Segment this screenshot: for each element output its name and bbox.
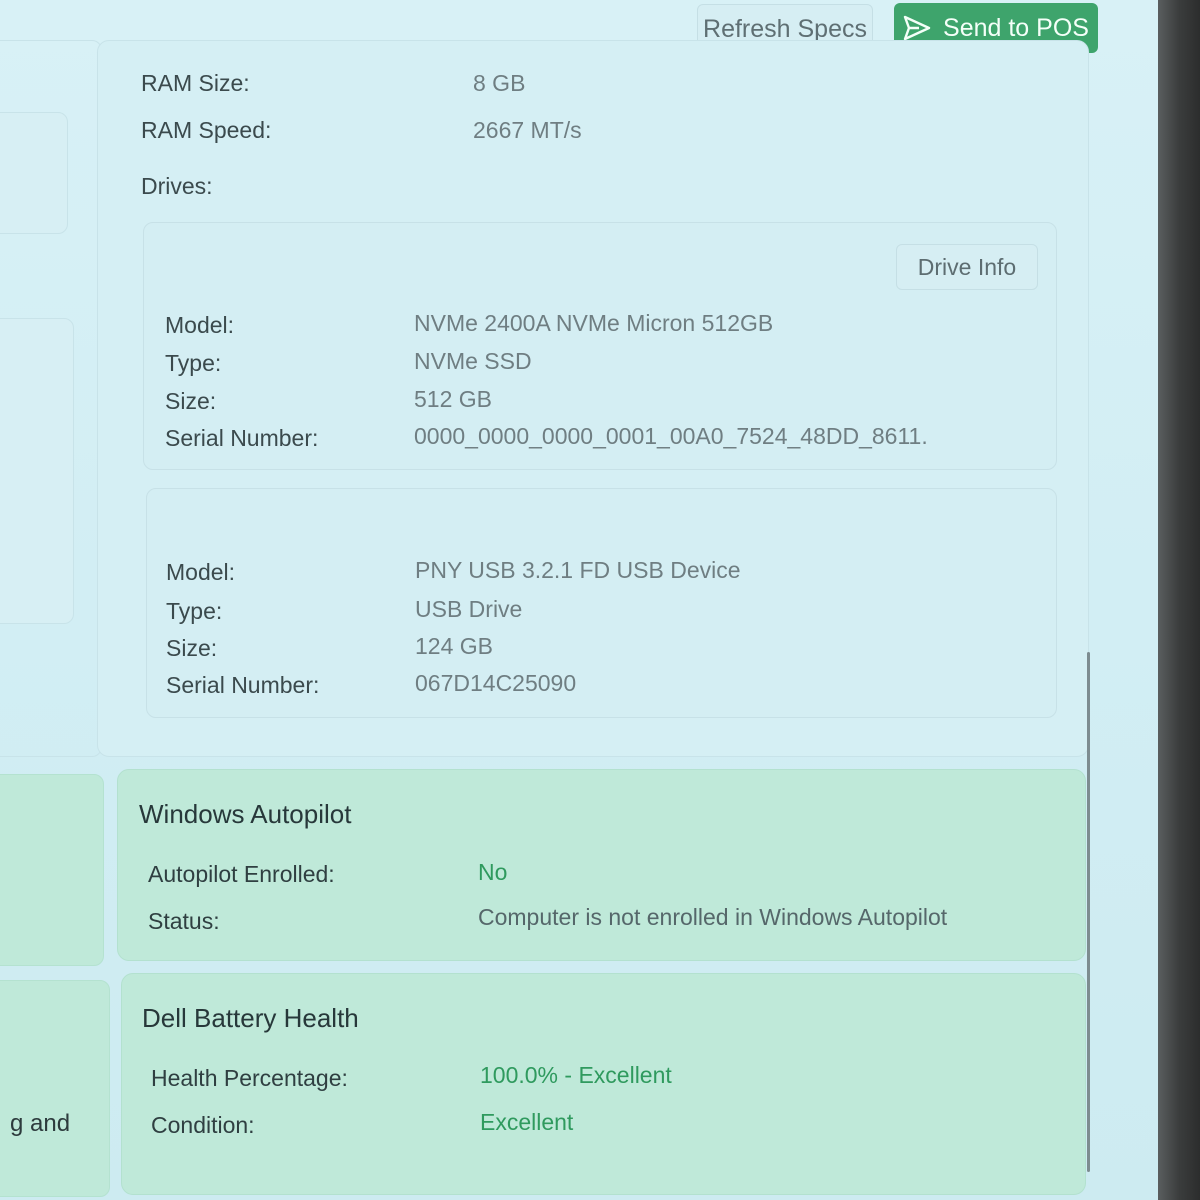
ram-size-label: RAM Size: (141, 70, 250, 96)
drive-2-type-label: Type: (166, 598, 223, 624)
drive-2-size-label: Size: (166, 635, 218, 661)
drive-2-serial-label: Serial Number: (166, 672, 320, 698)
battery-condition-label: Condition: (151, 1112, 255, 1138)
drive-1-serial-value: 0000_0000_0000_0001_00A0_7524_48DD_8611. (414, 423, 928, 449)
drive-1-size-value: 512 GB (414, 386, 492, 412)
monitor-bezel (1158, 0, 1200, 1200)
app-window: g and Refresh Specs Send to POS RAM Size… (0, 0, 1200, 1200)
drive-info-button[interactable]: Drive Info (896, 244, 1038, 290)
left-card-3 (0, 40, 102, 757)
battery-condition-value: Excellent (480, 1109, 574, 1135)
ram-speed-label: RAM Speed: (141, 117, 272, 143)
scrollbar[interactable] (1087, 652, 1090, 1172)
drive-1-model-value: NVMe 2400A NVMe Micron 512GB (414, 310, 774, 336)
drive-2-model-label: Model: (166, 559, 236, 585)
autopilot-status-label: Status: (148, 908, 220, 934)
send-icon (903, 15, 931, 41)
drives-label: Drives: (141, 173, 213, 199)
left-card-green-1 (0, 774, 104, 966)
drive-2-type-value: USB Drive (415, 596, 523, 622)
autopilot-enrolled-label: Autopilot Enrolled: (148, 861, 335, 887)
drive-1-type-value: NVMe SSD (414, 348, 532, 374)
battery-health-label: Health Percentage: (151, 1065, 348, 1091)
autopilot-title: Windows Autopilot (139, 799, 352, 829)
drive-2-model-value: PNY USB 3.2.1 FD USB Device (415, 557, 741, 583)
drive-1-model-label: Model: (165, 312, 235, 338)
drive-2-serial-value: 067D14C25090 (415, 670, 577, 696)
autopilot-status-value: Computer is not enrolled in Windows Auto… (478, 904, 948, 930)
left-card-green-2 (0, 980, 110, 1197)
drive-1-type-label: Type: (165, 350, 222, 376)
drive-1-size-label: Size: (165, 388, 217, 414)
send-to-pos-label: Send to POS (943, 13, 1089, 42)
battery-health-value: 100.0% - Excellent (480, 1062, 672, 1088)
ram-size-value: 8 GB (473, 70, 526, 96)
left-partial-text: g and (10, 1110, 71, 1137)
autopilot-enrolled-value: No (478, 859, 508, 885)
drive-2-size-value: 124 GB (415, 633, 493, 659)
drive-info-label: Drive Info (917, 253, 1017, 280)
battery-title: Dell Battery Health (142, 1003, 359, 1033)
ram-speed-value: 2667 MT/s (473, 117, 582, 143)
drive-1-serial-label: Serial Number: (165, 425, 319, 451)
